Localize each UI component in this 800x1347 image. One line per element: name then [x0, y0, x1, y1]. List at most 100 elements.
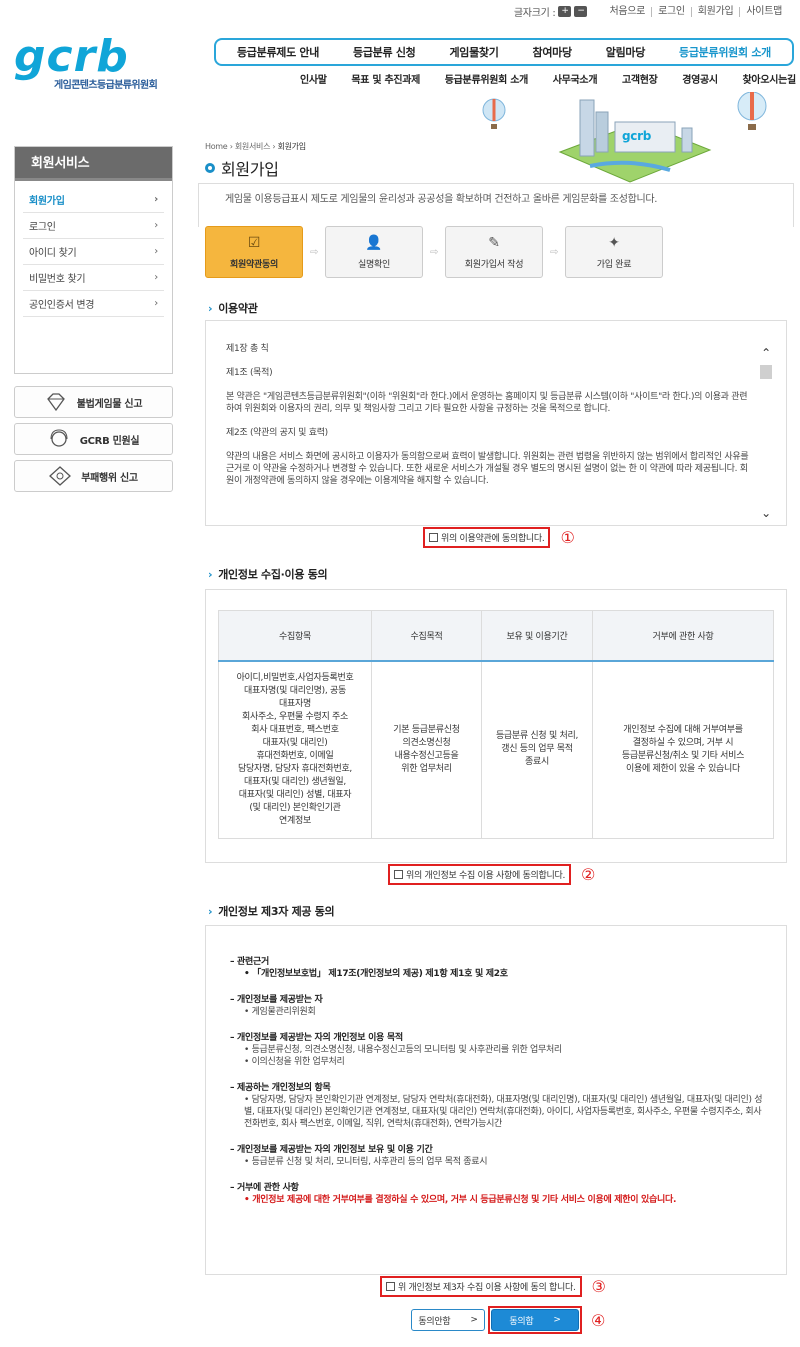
third-party-agree-checkbox[interactable]: 위 개인정보 제3자 수집 이용 사항에 동의 합니다.	[380, 1276, 582, 1297]
marker-4: ④	[591, 1310, 606, 1330]
terms-agree-label: 위의 이용약관에 동의합니다.	[441, 534, 545, 544]
side-item-find-id[interactable]: 아이디 찾기 ›	[23, 239, 164, 265]
scroll-up-icon[interactable]: ⌃	[760, 347, 772, 359]
breadcrumb-home[interactable]: Home	[205, 142, 228, 151]
arrow-right-icon: ⇨	[309, 246, 319, 258]
decline-button[interactable]: 동의안함 >	[411, 1309, 485, 1331]
terms-box[interactable]: 제1장 총 칙 제1조 (목적) 본 약관은 "게임콘텐츠등급분류위원회"(이하…	[205, 320, 787, 526]
section-title: – 개인정보를 제공받는 자의 개인정보 보유 및 이용 기간	[230, 1145, 433, 1155]
sub-nav-directions[interactable]: 찾아오시는길	[743, 71, 797, 86]
accept-button[interactable]: 동의함 >	[491, 1309, 579, 1331]
nav-item-notice[interactable]: 알림마당	[606, 44, 646, 60]
column-header: 수집항목	[218, 610, 372, 662]
section-item: • 「개인정보보호법」 제17조(개인정보의 제공) 제1항 제1호 및 제2호	[244, 969, 508, 979]
chevron-icon: ›	[208, 567, 213, 581]
balloon-icon	[737, 92, 767, 130]
terms-paragraph: 약관의 내용은 서비스 화면에 공시하고 이용자가 동의함으로써 효력이 발생합…	[226, 452, 749, 486]
header-illustration: gcrb	[482, 92, 767, 183]
nav-item-about[interactable]: 등급분류위원회 소개	[679, 44, 771, 60]
terms-agree-checkbox[interactable]: 위의 이용약관에 동의합니다.	[423, 527, 551, 548]
section-item: • 등급분류신청, 의견소명신청, 내용수정신고등의 모니터링 및 사후관리를 …	[244, 1045, 563, 1055]
link-login[interactable]: 로그인	[651, 6, 691, 17]
marker-3: ③	[591, 1277, 606, 1296]
quick-illegal-report[interactable]: 불법게임물 신고	[14, 386, 173, 418]
action-buttons: 동의안함 > 동의함 > ④	[411, 1306, 605, 1334]
third-party-box: – 관련근거 • 「개인정보보호법」 제17조(개인정보의 제공) 제1항 제1…	[205, 925, 787, 1275]
privacy-agree-checkbox[interactable]: 위의 개인정보 수집 이용 사항에 동의합니다.	[388, 864, 572, 885]
privacy-agree-row: 위의 개인정보 수집 이용 사항에 동의합니다. ②	[388, 864, 595, 885]
third-agree-row: 위 개인정보 제3자 수집 이용 사항에 동의 합니다. ③	[380, 1276, 606, 1297]
table-cell: 아이디,비밀번호,사업자등록번호 대표자명(및 대리인명), 공동 대표자명 회…	[218, 660, 372, 839]
chevron-icon: ›	[208, 301, 213, 315]
chevron-right-icon: ›	[154, 246, 158, 257]
section-item: • 개인정보 제공에 대한 거부여부를 결정하실 수 있으며, 거부 시 등급분…	[244, 1195, 677, 1205]
font-increase-button[interactable]: +	[558, 6, 572, 17]
terms-content: 제1장 총 칙 제1조 (목적) 본 약관은 "게임콘텐츠등급분류위원회"(이하…	[226, 343, 754, 499]
chevron-right-icon: ›	[154, 220, 158, 231]
terms-paragraph: 제1장 총 칙	[226, 344, 269, 354]
side-item-label: 로그인	[29, 222, 56, 233]
sub-nav-office[interactable]: 사무국소개	[553, 71, 598, 86]
logo-subtitle: 게임콘텐츠등급분류위원회	[54, 80, 158, 91]
side-item-certificate[interactable]: 공인인증서 변경 ›	[23, 291, 164, 317]
headset-icon	[50, 429, 68, 447]
breadcrumb-current: 회원가입	[277, 142, 307, 151]
page-title: 회원가입	[205, 156, 279, 180]
arrow-right-icon: ⇨	[429, 246, 439, 258]
quick-label: 부패행위 신고	[81, 472, 138, 484]
decline-label: 동의안함	[418, 1316, 451, 1327]
scroll-down-icon[interactable]: ⌄	[760, 507, 772, 519]
logo-mark: gcrb	[14, 31, 129, 82]
font-decrease-button[interactable]: −	[574, 6, 588, 17]
breadcrumb-item[interactable]: 회원서비스	[235, 142, 271, 151]
nav-item-game-search[interactable]: 게임물찾기	[449, 44, 498, 60]
breadcrumb-separator: ›	[272, 142, 276, 151]
section-item: • 이의신청을 위한 업무처리	[244, 1057, 345, 1067]
step-identity: 👤 실명확인	[325, 226, 423, 278]
chevron-icon: ›	[208, 904, 213, 918]
section-item: • 등급분류 신청 및 처리, 모니터링, 사후관리 등의 업무 목적 종료시	[244, 1157, 488, 1167]
sub-nav-disclosure[interactable]: 경영공시	[682, 71, 718, 86]
side-item-label: 회원가입	[29, 196, 65, 207]
section-title: – 개인정보를 제공받는 자	[230, 995, 323, 1005]
privacy-agree-label: 위의 개인정보 수집 이용 사항에 동의합니다.	[406, 871, 566, 881]
quick-label: 불법게임물 신고	[76, 398, 143, 410]
privacy-table-box: 수집항목 수집목적 보유 및 이용기간 거부에 관한 사항 아이디,비밀번호,사…	[205, 589, 787, 863]
scroll-thumb[interactable]	[760, 365, 772, 379]
sub-nav-greeting[interactable]: 인사말	[300, 71, 327, 86]
table-cell: 개인정보 수집에 대해 거부여부를 결정하실 수 있으며, 거부 시 등급분류신…	[592, 660, 774, 839]
site-logo[interactable]: gcrb 게임콘텐츠등급분류위원회	[14, 31, 184, 92]
section-item: • 담당자명, 담당자 본인확인기관 연계정보, 담당자 연락처(휴대전화), …	[244, 1095, 763, 1129]
quick-gcrb-center[interactable]: GCRB 민원실	[14, 423, 173, 455]
table-cell: 등급분류 신청 및 처리, 갱신 등의 업무 목적 종료시	[481, 660, 593, 839]
side-item-login[interactable]: 로그인 ›	[23, 213, 164, 239]
column-header: 수집목적	[371, 610, 482, 662]
sub-nav-goals[interactable]: 목표 및 추진과제	[351, 71, 420, 86]
link-sitemap[interactable]: 사이트맵	[739, 6, 788, 17]
sub-nav-charter[interactable]: 고객현장	[622, 71, 658, 86]
checkbox-icon	[429, 533, 438, 542]
nav-item-rating-apply[interactable]: 등급분류 신청	[353, 44, 416, 60]
title-bullet-icon	[205, 163, 215, 173]
section-title: – 거부에 관한 사항	[230, 1183, 299, 1193]
terms-scrollbar[interactable]: ⌃ ⌄	[760, 347, 772, 519]
page-title-text: 회원가입	[221, 160, 279, 179]
balloon-icon	[482, 98, 506, 129]
side-item-join[interactable]: 회원가입 ›	[23, 187, 164, 213]
link-home[interactable]: 처음으로	[603, 6, 651, 17]
side-menu: 회원서비스 회원가입 › 로그인 › 아이디 찾기 › 비밀번호 찾기 › 공인인증서 …	[14, 146, 173, 374]
nav-item-participation[interactable]: 참여마당	[533, 44, 573, 60]
nav-item-rating-system[interactable]: 등급분류제도 안내	[237, 44, 319, 60]
section-item-text: 등급분류신청, 의견소명신청, 내용수정신고등의 모니터링 및 사후관리를 위한…	[251, 1045, 563, 1055]
side-item-find-password[interactable]: 비밀번호 찾기 ›	[23, 265, 164, 291]
side-item-label: 공인인증서 변경	[29, 300, 95, 311]
link-join[interactable]: 회원가입	[690, 6, 740, 17]
main-nav: 등급분류제도 안내 등급분류 신청 게임물찾기 참여마당 알림마당 등급분류위원…	[214, 38, 794, 66]
quick-corruption-report[interactable]: 부패행위 신고	[14, 460, 173, 492]
section-item-text: 게임물관리위원회	[251, 1007, 316, 1017]
sub-nav: 인사말 목표 및 추진과제 등급분류위원회 소개 사무국소개 고객현장 경영공시…	[300, 71, 800, 86]
third-party-heading: › 개인정보 제3자 제공 동의	[208, 903, 335, 919]
privacy-table: 수집항목 수집목적 보유 및 이용기간 거부에 관한 사항 아이디,비밀번호,사…	[218, 610, 774, 839]
sub-nav-committee[interactable]: 등급분류위원회 소개	[445, 71, 529, 86]
chevron-right-icon: ›	[154, 194, 158, 205]
